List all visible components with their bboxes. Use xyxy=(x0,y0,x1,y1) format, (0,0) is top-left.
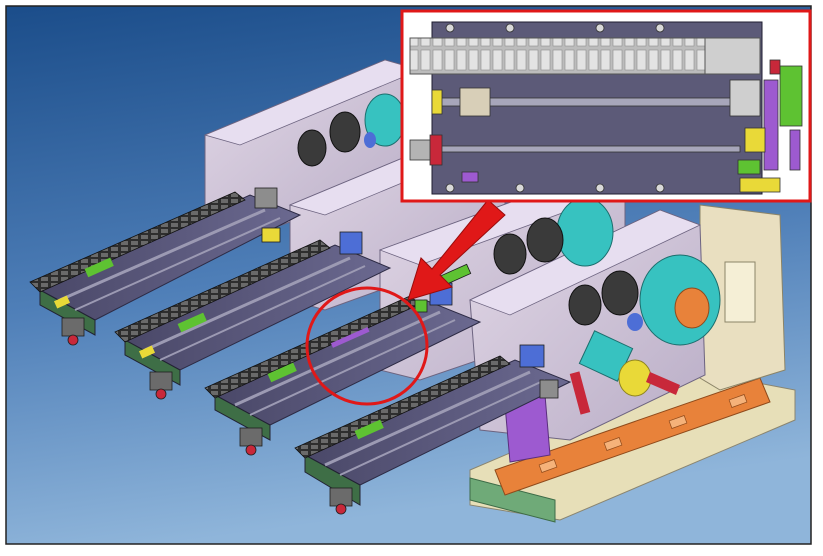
diagram-canvas xyxy=(0,0,823,556)
inset-linear-rail-lower xyxy=(429,145,741,153)
cabinet-window xyxy=(724,261,756,323)
inset-red-motor xyxy=(429,134,443,166)
inset-chain-end-block xyxy=(704,37,761,75)
inset-drag-chain xyxy=(409,37,711,75)
inset-detail-view xyxy=(400,9,812,203)
figure-frame xyxy=(0,0,823,556)
inset-carriage-upper xyxy=(459,87,491,117)
